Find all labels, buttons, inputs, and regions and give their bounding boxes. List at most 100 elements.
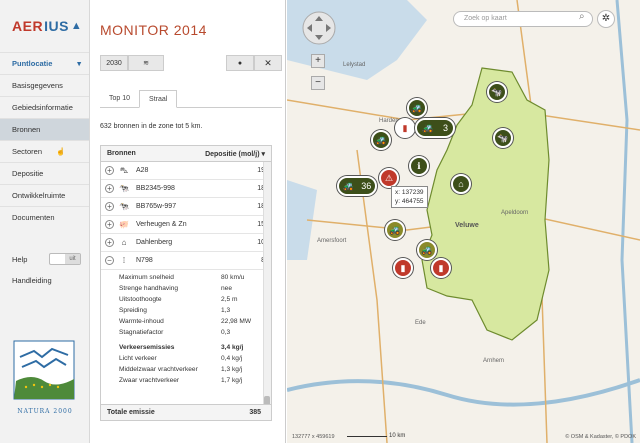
zoom-in-button[interactable]: + xyxy=(311,54,325,68)
nav-basisgegevens[interactable]: Basisgegevens xyxy=(0,74,89,96)
nav-bronnen[interactable]: Bronnen xyxy=(0,118,89,140)
cluster-marker[interactable]: 🚜 3 xyxy=(415,118,455,138)
veluwe-area[interactable] xyxy=(421,67,550,341)
detail-row: Zwaar vrachtverkeer 1,7 kg/j xyxy=(119,375,271,386)
location-marker-icon[interactable]: ▮ xyxy=(395,118,415,138)
tractor-marker-icon[interactable]: 🚜 xyxy=(407,98,427,118)
hand-cursor-icon: ☝ xyxy=(56,147,66,156)
table-row[interactable]: + 🐄 BB765w-997 18 xyxy=(101,198,271,216)
aerius-logo: AER IUS ▲ xyxy=(0,0,89,52)
road-marker-icon[interactable]: ▮ xyxy=(431,258,451,278)
help-row: Help uit xyxy=(0,248,89,270)
detail-value: 3,4 kg/j xyxy=(221,344,244,351)
cow-icon: 🐄 xyxy=(119,184,129,193)
detail-key: Stagnatiefactor xyxy=(119,329,164,336)
nav-ontwikkelruimte[interactable]: Ontwikkelruimte xyxy=(0,184,89,206)
detail-key: Licht verkeer xyxy=(119,355,157,362)
detail-row: Strenge handhaving nee xyxy=(119,283,271,294)
expand-icon[interactable]: + xyxy=(105,220,114,229)
cluster-count: 3 xyxy=(443,123,449,133)
natura-2000-logo xyxy=(13,340,75,400)
cow-marker-icon[interactable]: 🐄 xyxy=(493,128,513,148)
summary-text: 632 bronnen in de zone tot 5 km. xyxy=(100,123,203,130)
expand-icon[interactable]: + xyxy=(105,238,114,247)
tractor-marker-icon[interactable]: 🚜 xyxy=(371,130,391,150)
sort-down-icon: ▾ xyxy=(261,150,265,158)
pig-icon: 🐖 xyxy=(119,220,129,229)
detail-row: Licht verkeer 0,4 kg/j xyxy=(119,353,271,364)
road-icon: ⛍ xyxy=(119,165,129,175)
info-marker-icon[interactable]: ℹ xyxy=(409,156,429,176)
total-label: Totale emissie xyxy=(107,409,155,416)
scale-label: 10 km xyxy=(389,433,406,439)
road-marker-icon[interactable]: ▮ xyxy=(393,258,413,278)
user-button[interactable]: ● xyxy=(226,55,254,71)
layers-button[interactable]: ≋ xyxy=(128,55,164,71)
cluster-marker[interactable]: 🚜 36 xyxy=(337,176,377,196)
detail-key: Maximum snelheid xyxy=(119,274,174,281)
table-row[interactable]: + 🐄 BB2345-998 18 xyxy=(101,180,271,198)
tractor-icon: 🚜 xyxy=(421,122,434,133)
total-value: 385 xyxy=(249,409,261,416)
source-deposition: 18 xyxy=(257,203,265,210)
road-marker-icon[interactable]: ⚠ xyxy=(379,168,399,188)
nav-depositie[interactable]: Depositie xyxy=(0,162,89,184)
scale-bar: 10 km xyxy=(347,433,405,439)
detail-value: 2,5 m xyxy=(221,296,238,303)
tab-straal[interactable]: Straal xyxy=(139,90,178,108)
year-button[interactable]: 2030 xyxy=(100,55,128,71)
tractor-marker-icon[interactable]: 🚜 xyxy=(385,220,405,240)
layers-icon: ≋ xyxy=(143,60,149,67)
page-title: MONITOR 2014 xyxy=(100,22,207,38)
detail-value: 1,3 kg/j xyxy=(221,366,243,373)
table-row[interactable]: −⁞ N798 8 xyxy=(101,252,271,270)
detail-row: Stagnatiefactor 0,3 xyxy=(119,327,271,338)
place-lelystad: Lelystad xyxy=(343,62,366,68)
lock-icon: ▲ xyxy=(70,20,83,32)
label-veluwe: Veluwe xyxy=(455,222,479,229)
source-name: N798 xyxy=(136,257,153,264)
place-apeldoorn: Apeldoorn xyxy=(501,210,529,216)
source-name: A28 xyxy=(136,167,149,174)
source-name: BB2345-998 xyxy=(136,185,175,192)
natura-2000-label: NATURA 2000 xyxy=(17,408,73,415)
detail-value: 0,3 xyxy=(221,329,231,336)
expand-icon[interactable]: + xyxy=(105,184,114,193)
cow-marker-icon[interactable]: 🐄 xyxy=(487,82,507,102)
collapse-icon[interactable]: − xyxy=(105,256,114,265)
house-marker-icon[interactable]: ⌂ xyxy=(451,174,471,194)
expand-icon[interactable]: + xyxy=(105,202,114,211)
help-toggle[interactable]: uit xyxy=(49,253,81,265)
expand-icon[interactable]: + xyxy=(105,166,114,175)
map-view[interactable]: + − Zoek op kaart ⌕ ✲ Lelystad Amersfoor… xyxy=(287,0,640,443)
detail-key: Strenge handhaving xyxy=(119,285,179,292)
table-row[interactable]: + 🐖 Verheugen & Zn 15 xyxy=(101,216,271,234)
close-button[interactable]: ✕ xyxy=(254,55,282,71)
road-icon: ⁞ xyxy=(122,256,126,265)
search-icon[interactable]: ⌕ xyxy=(579,11,595,27)
nav-puntlocatie[interactable]: Puntlocatie ▾ xyxy=(0,52,89,74)
tractor-icon: 🚜 xyxy=(342,180,354,191)
settings-icon[interactable]: ✲ xyxy=(597,10,615,28)
tractor-marker-icon[interactable]: 🚜 xyxy=(417,240,437,260)
zoom-out-button[interactable]: − xyxy=(311,76,325,90)
tab-bar: Top 10 Straal xyxy=(100,90,282,108)
nav-documenten[interactable]: Documenten xyxy=(0,206,89,228)
river-ijssel xyxy=(615,0,634,443)
table-row[interactable]: + ⌂ Dahlenberg 10 xyxy=(101,234,271,252)
detail-value: nee xyxy=(221,285,233,292)
table-scrollbar[interactable] xyxy=(263,162,271,406)
pan-control[interactable] xyxy=(301,10,337,46)
nav-sectoren[interactable]: Sectoren ☝ xyxy=(0,140,89,162)
table-row[interactable]: + ⛍ A28 19 xyxy=(101,162,271,180)
col-depositie: Depositie (mol/j) xyxy=(205,150,260,158)
coord-x: x: 137239 xyxy=(395,189,424,196)
house-icon: ⌂ xyxy=(121,238,127,247)
detail-key: Zwaar vrachtverkeer xyxy=(119,377,180,384)
tab-top10[interactable]: Top 10 xyxy=(100,90,139,108)
col-depositie-wrap[interactable]: Depositie (mol/j) ▾ xyxy=(205,150,265,158)
nav-gebiedsinformatie[interactable]: Gebiedsinformatie xyxy=(0,96,89,118)
source-deposition: 19 xyxy=(257,167,265,174)
nav-handleiding[interactable]: Handleiding xyxy=(0,270,89,292)
map-search-input[interactable]: Zoek op kaart xyxy=(453,11,593,27)
